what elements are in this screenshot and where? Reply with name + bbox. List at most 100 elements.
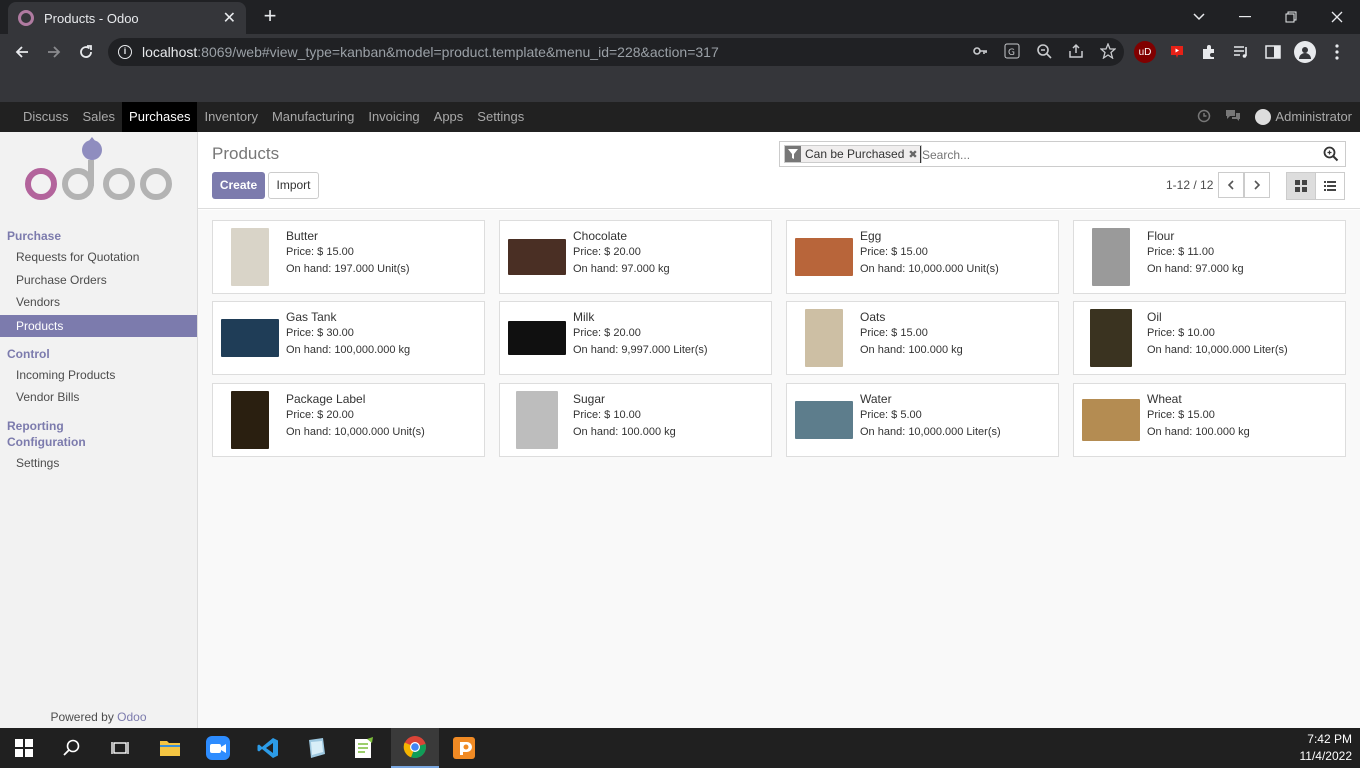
product-card[interactable]: Milk Price: $ 20.00 On hand: 9,997.000 L… [499,301,772,375]
product-card[interactable]: Egg Price: $ 15.00 On hand: 10,000.000 U… [786,220,1059,294]
menu-manufacturing[interactable]: Manufacturing [265,102,361,132]
grid-icon [1295,180,1307,192]
product-image [221,227,279,287]
file-explorer-icon[interactable] [146,728,194,768]
chrome-taskbar-icon[interactable] [391,728,439,768]
product-card[interactable]: Water Price: $ 5.00 On hand: 10,000.000 … [786,383,1059,457]
import-button[interactable]: Import [268,172,319,199]
windows-start-icon[interactable] [0,728,48,768]
product-card[interactable]: Package Label Price: $ 20.00 On hand: 10… [212,383,485,457]
product-card[interactable]: Butter Price: $ 15.00 On hand: 197.000 U… [212,220,485,294]
share-icon[interactable] [1068,43,1084,62]
key-icon[interactable] [972,43,988,62]
sidebar-item-rfq[interactable]: Requests for Quotation [0,246,197,268]
menu-purchases[interactable]: Purchases [122,102,198,132]
translate-icon[interactable]: G [1004,43,1020,62]
sidebar-item-purchase-orders[interactable]: Purchase Orders [0,269,197,291]
minimize-icon[interactable] [1222,0,1268,34]
menu-invoicing[interactable]: Invoicing [361,102,426,132]
product-card[interactable]: Wheat Price: $ 15.00 On hand: 100.000 kg [1073,383,1346,457]
sidebar-section-purchase[interactable]: Purchase [7,229,61,243]
vscode-icon[interactable] [244,728,292,768]
product-card[interactable]: Flour Price: $ 11.00 On hand: 97.000 kg [1073,220,1346,294]
tab-close-icon[interactable]: ✕ [223,8,236,28]
profile-icon[interactable] [1294,41,1316,63]
youtube-extension-icon[interactable] [1166,41,1188,63]
close-window-icon[interactable] [1314,0,1360,34]
forward-icon[interactable] [40,38,68,66]
product-image [795,308,853,368]
sidebar-item-vendor-bills[interactable]: Vendor Bills [0,386,197,408]
product-on-hand: On hand: 10,000.000 Liter(s) [1147,344,1288,356]
bookmark-star-icon[interactable] [1099,41,1117,62]
new-tab-button[interactable]: + [258,4,282,28]
menu-apps[interactable]: Apps [427,102,471,132]
product-card[interactable]: Chocolate Price: $ 20.00 On hand: 97.000… [499,220,772,294]
site-info-icon[interactable]: i [118,45,132,59]
restore-icon[interactable] [1268,0,1314,34]
reload-icon[interactable] [72,38,100,66]
pager-value[interactable]: 1-12 / 12 [1166,178,1213,192]
filter-icon [785,146,801,162]
side-panel-icon[interactable] [1262,41,1284,63]
sidebar-section-control[interactable]: Control [7,347,50,361]
menu-inventory[interactable]: Inventory [197,102,264,132]
pdf-app-icon[interactable] [440,728,488,768]
product-card[interactable]: Gas Tank Price: $ 30.00 On hand: 100,000… [212,301,485,375]
messaging-chat-icon[interactable] [1225,109,1241,126]
product-price: Price: $ 15.00 [1147,409,1215,421]
product-price: Price: $ 10.00 [1147,327,1215,339]
product-on-hand: On hand: 10,000.000 Unit(s) [286,426,425,438]
product-image [1082,390,1140,450]
sidebar-item-products[interactable]: Products [0,315,197,337]
browser-tab[interactable]: Products - Odoo ✕ [8,2,246,34]
sidebar-item-settings[interactable]: Settings [0,452,197,474]
notes-app-icon[interactable] [292,728,340,768]
notepad-plus-icon[interactable] [340,728,388,768]
menu-sales[interactable]: Sales [76,102,123,132]
zoom-app-icon[interactable] [194,728,242,768]
product-on-hand: On hand: 10,000.000 Liter(s) [860,426,1001,438]
product-on-hand: On hand: 100,000.000 kg [286,344,411,356]
activity-clock-icon[interactable] [1197,109,1211,126]
pager-previous-button[interactable] [1218,172,1244,198]
kanban-view-button[interactable] [1286,172,1316,200]
list-view-button[interactable] [1315,172,1345,200]
zoom-icon[interactable] [1036,43,1052,62]
chrome-menu-icon[interactable] [1326,41,1348,63]
taskbar-search-icon[interactable] [48,728,96,768]
pager-next-button[interactable] [1244,172,1270,198]
back-icon[interactable] [8,38,36,66]
extensions-puzzle-icon[interactable] [1198,41,1220,63]
sidebar-item-incoming-products[interactable]: Incoming Products [0,364,197,386]
sidebar-section-configuration[interactable]: Configuration [7,435,86,449]
system-clock[interactable]: 7:42 PM 11/4/2022 [1300,731,1353,765]
sidebar-item-vendors[interactable]: Vendors [0,291,197,313]
menu-settings[interactable]: Settings [470,102,531,132]
browser-tab-strip: Products - Odoo ✕ + [0,0,1360,34]
odoo-logo[interactable] [22,134,176,204]
product-name: Water [860,392,892,406]
search-icon[interactable] [1323,146,1339,162]
user-menu[interactable]: Administrator [1255,109,1352,126]
tab-search-icon[interactable] [1176,0,1222,34]
create-button[interactable]: Create [212,172,265,199]
facet-remove-icon[interactable]: ✖ [908,148,920,161]
product-price: Price: $ 20.00 [573,246,641,258]
product-card[interactable]: Sugar Price: $ 10.00 On hand: 100.000 kg [499,383,772,457]
product-card[interactable]: Oats Price: $ 15.00 On hand: 100.000 kg [786,301,1059,375]
ublock-icon[interactable]: uD [1134,41,1156,63]
product-image [795,390,853,450]
sidebar-section-reporting[interactable]: Reporting [7,419,64,433]
kanban-view: Butter Price: $ 15.00 On hand: 197.000 U… [198,210,1360,728]
powered-by-link[interactable]: Odoo [117,710,146,724]
task-view-icon[interactable] [96,728,144,768]
product-card[interactable]: Oil Price: $ 10.00 On hand: 10,000.000 L… [1073,301,1346,375]
product-on-hand: On hand: 97.000 kg [573,263,670,275]
product-price: Price: $ 15.00 [860,327,928,339]
media-control-icon[interactable] [1230,41,1252,63]
search-input[interactable] [920,146,1300,163]
menu-discuss[interactable]: Discuss [16,102,76,132]
address-bar[interactable]: i localhost:8069/web#view_type=kanban&mo… [108,38,1124,66]
product-image [1082,308,1140,368]
